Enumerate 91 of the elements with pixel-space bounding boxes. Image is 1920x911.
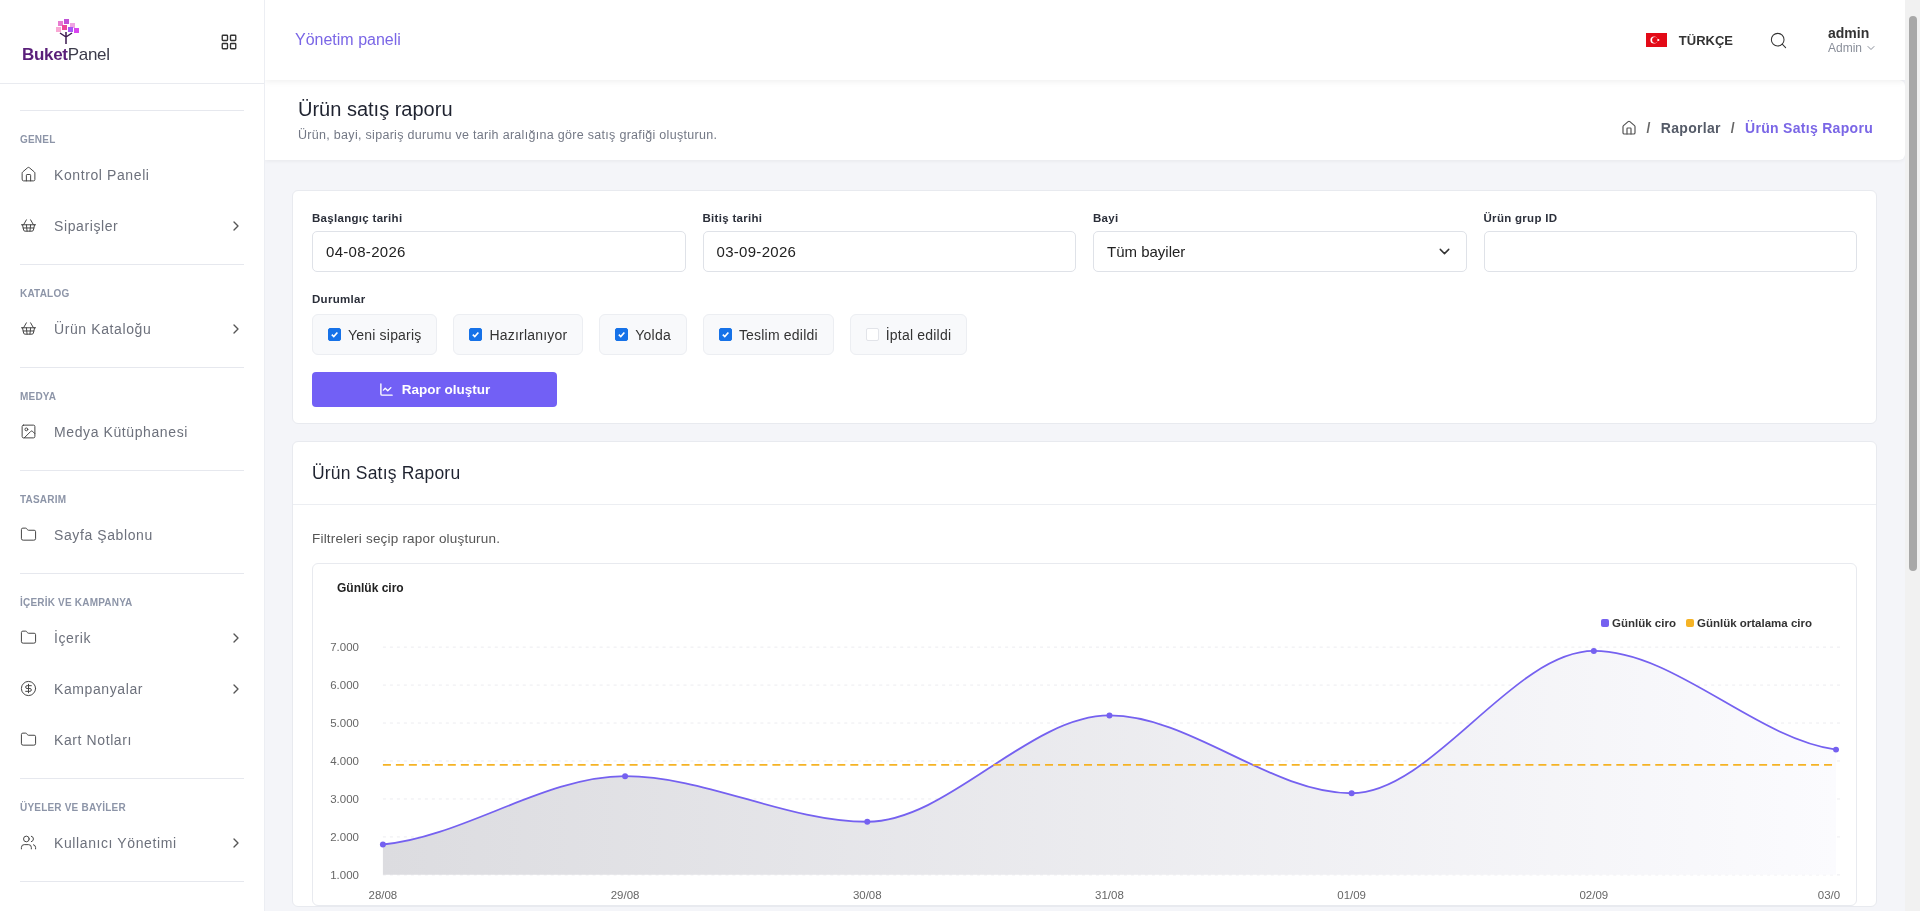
field-label: Başlangıç tarihi xyxy=(312,212,404,224)
field-label: Bayi xyxy=(1093,212,1120,224)
date-field[interactable]: 03-09-2026 xyxy=(702,231,1076,272)
section-label: GENEL xyxy=(20,134,57,145)
user-name: admin xyxy=(1828,25,1871,41)
legend-item[interactable]: Günlük ortalama ciro xyxy=(1685,617,1812,629)
generate-report-button[interactable]: Rapor oluştur xyxy=(312,372,557,407)
data-point xyxy=(1106,712,1113,719)
checkbox[interactable] xyxy=(615,328,629,341)
x-axis-label: 30/08 xyxy=(852,888,882,901)
y-axis-label: 2.000 xyxy=(330,830,359,843)
status-checkbox[interactable]: İptal edildi xyxy=(849,314,968,355)
checkmark-icon xyxy=(720,330,730,339)
sidebar-item[interactable]: Kampanyalar xyxy=(20,663,244,714)
data-point xyxy=(1348,790,1355,797)
sidebar-item[interactable]: İçerik xyxy=(20,612,244,663)
checkmark-icon xyxy=(471,330,481,339)
y-axis-label: 3.000 xyxy=(330,792,359,805)
flag-icon xyxy=(1645,33,1667,47)
section-label: TASARIM xyxy=(20,494,68,505)
x-axis-label: 29/08 xyxy=(610,888,640,901)
checkbox[interactable] xyxy=(718,328,732,341)
x-axis-label: 03/0 xyxy=(1817,888,1841,901)
home-icon[interactable] xyxy=(1620,120,1637,136)
checkmark-icon xyxy=(617,330,627,339)
y-axis-label: 5.000 xyxy=(330,717,359,730)
y-axis-label: 4.000 xyxy=(330,755,359,767)
status-checkbox[interactable]: Teslim edildi xyxy=(702,314,834,355)
breadcrumb-link[interactable]: Ürün Satış Raporu xyxy=(1745,120,1873,136)
x-axis-label: 31/08 xyxy=(1095,888,1124,901)
sidebar-item[interactable]: Kontrol Paneli xyxy=(20,149,244,200)
dollar-icon xyxy=(20,680,37,697)
basket-icon xyxy=(20,320,37,337)
section-label: İÇERİK VE KAMPANYA xyxy=(20,597,134,608)
data-point xyxy=(1833,746,1839,753)
section-label: MEDYA xyxy=(20,391,58,402)
folder-icon xyxy=(20,629,37,646)
line-chart-icon xyxy=(378,382,394,397)
sidebar-item[interactable]: Siparişler xyxy=(20,200,244,251)
language-button[interactable]: TÜRKÇE xyxy=(1645,32,1733,48)
legend-item[interactable]: Günlük ciro xyxy=(1601,617,1676,629)
image-icon xyxy=(20,423,37,440)
user-role-menu[interactable]: Admin xyxy=(1828,41,1877,55)
sidebar-item[interactable]: Sayfa Şablonu xyxy=(20,509,244,560)
y-axis-label: 6.000 xyxy=(330,679,359,692)
page-subtitle: Ürün, bayi, sipariş durumu ve tarih aralığına göre satış grafiği oluşturun. xyxy=(298,128,719,142)
folder-icon xyxy=(20,731,37,748)
input-field[interactable] xyxy=(1483,231,1857,272)
grid-icon[interactable] xyxy=(220,32,238,51)
search-icon[interactable] xyxy=(1769,30,1788,50)
folder-icon xyxy=(20,526,37,543)
dealer-select[interactable]: Tüm bayiler xyxy=(1093,231,1467,272)
x-axis-label: 02/09 xyxy=(1579,888,1609,901)
users-icon xyxy=(20,834,37,851)
breadcrumb-separator: / xyxy=(1730,120,1735,136)
report-hint: Filtreleri seçip rapor oluşturun. xyxy=(312,531,502,546)
scrollbar-thumb[interactable] xyxy=(1908,16,1917,571)
breadcrumb-link[interactable]: Raporlar xyxy=(1660,120,1721,136)
scrollbar[interactable] xyxy=(1905,0,1920,911)
field-label: Bitiş tarihi xyxy=(702,212,764,224)
basket-icon xyxy=(20,217,37,234)
section-label: ÜYELER VE BAYİLER xyxy=(20,802,127,813)
status-checkbox[interactable]: Yeni sipariş xyxy=(312,314,438,355)
chart-title: Günlük ciro xyxy=(337,581,405,595)
data-point xyxy=(622,773,629,780)
checkbox[interactable] xyxy=(328,328,341,341)
field-label: Durumlar xyxy=(312,293,367,305)
y-axis-label: 1.000 xyxy=(330,868,359,881)
header-title[interactable]: Yönetim paneli xyxy=(295,31,1646,49)
x-axis-label: 01/09 xyxy=(1337,888,1366,901)
checkbox[interactable] xyxy=(469,328,483,341)
home-icon xyxy=(20,166,37,183)
x-axis-label: 28/08 xyxy=(368,888,398,901)
page-title: Ürün satış raporu xyxy=(298,98,454,121)
status-checkbox[interactable]: Hazırlanıyor xyxy=(453,314,584,355)
data-point xyxy=(379,841,386,848)
field-label: Ürün grup ID xyxy=(1483,212,1559,224)
sidebar-item[interactable]: Kullanıcı Yönetimi xyxy=(20,817,244,868)
section-label: KATALOG xyxy=(20,288,71,299)
logo-text: BuketPanel xyxy=(22,44,110,65)
status-checkbox[interactable]: Yolda xyxy=(599,314,687,355)
checkmark-icon xyxy=(330,330,339,339)
sidebar-item[interactable]: Ürün Kataloğu xyxy=(20,303,244,354)
date-field[interactable]: 04-08-2026 xyxy=(312,231,686,272)
y-axis-label: 7.000 xyxy=(330,641,359,654)
breadcrumb-separator: / xyxy=(1646,120,1651,136)
sidebar-item[interactable]: Kart Notları xyxy=(20,714,244,765)
data-point xyxy=(864,818,871,825)
data-point xyxy=(1590,647,1597,654)
sidebar-item[interactable]: Medya Kütüphanesi xyxy=(20,406,244,457)
report-title: Ürün Satış Raporu xyxy=(312,462,461,484)
